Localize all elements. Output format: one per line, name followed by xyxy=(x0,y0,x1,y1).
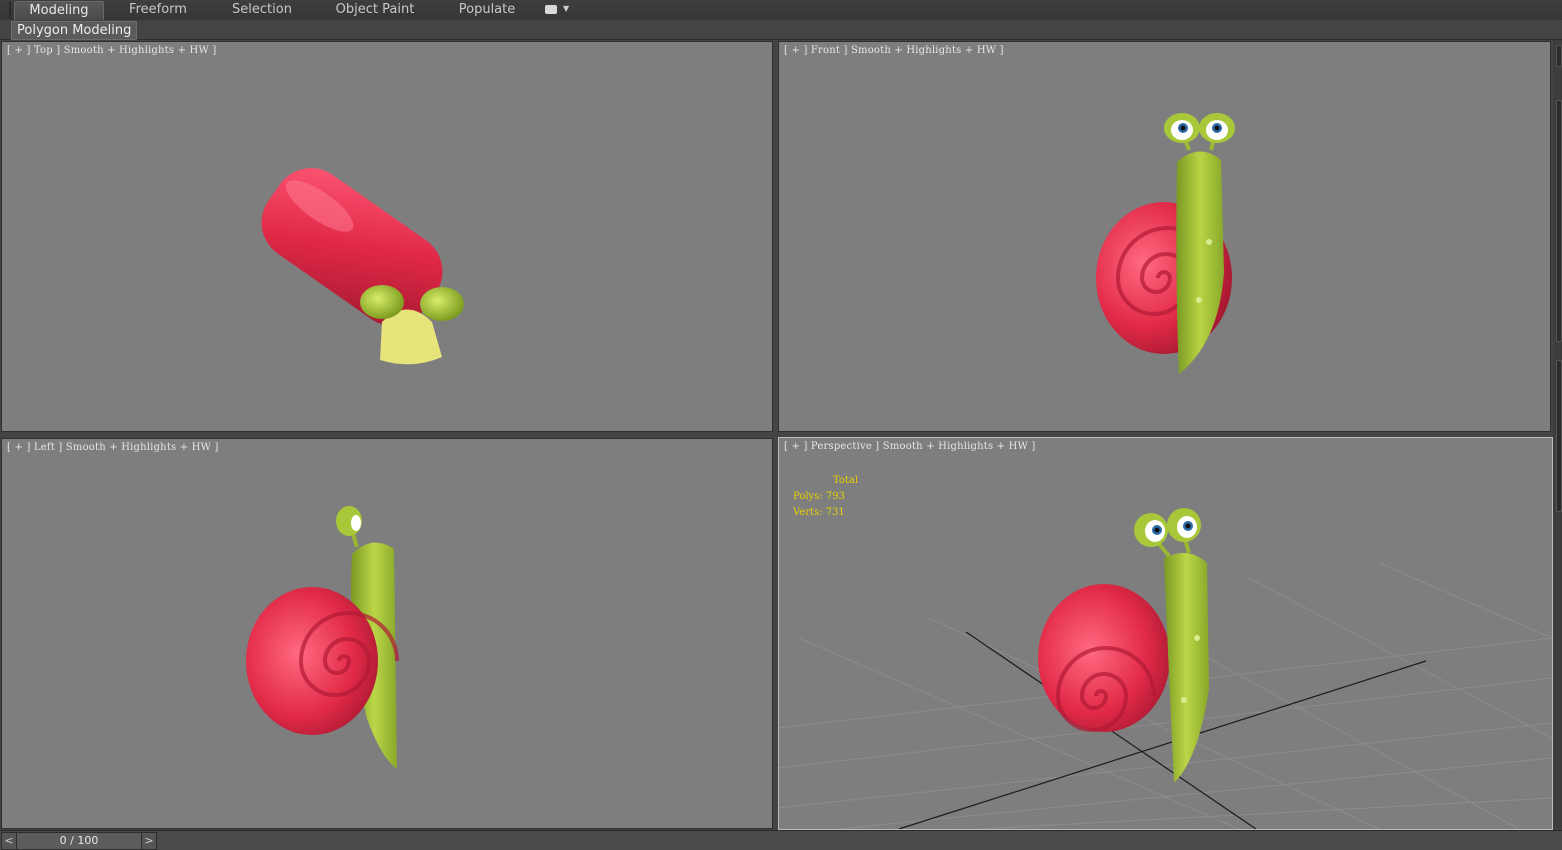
ribbon-options-icon[interactable]: ▼ xyxy=(543,4,569,16)
tab-populate[interactable]: Populate xyxy=(450,1,524,19)
strip-segment xyxy=(1556,100,1562,342)
strip-segment xyxy=(1556,360,1562,512)
time-slider[interactable]: 0 / 100 xyxy=(16,832,142,850)
viewport-top[interactable]: [ + ] Top ] Smooth + Highlights + HW ] xyxy=(1,41,773,432)
snail-left-view xyxy=(246,506,399,769)
strip-segment xyxy=(1556,45,1562,67)
snail-front-view xyxy=(1096,113,1235,374)
polygon-modeling-panel[interactable]: Polygon Modeling xyxy=(11,21,138,40)
command-panel-edge[interactable] xyxy=(1553,40,1562,830)
snail-top-view xyxy=(261,168,464,365)
time-slider-bar: < 0 / 100 > xyxy=(0,830,1562,850)
viewport-perspective[interactable]: [ + ] Perspective ] Smooth + Highlights … xyxy=(778,437,1553,830)
snail-perspective-view xyxy=(779,508,1552,829)
tab-modeling[interactable]: Modeling xyxy=(14,1,104,20)
tab-selection[interactable]: Selection xyxy=(222,1,302,19)
viewport-front[interactable]: [ + ] Front ] Smooth + Highlights + HW ] xyxy=(778,41,1551,432)
tab-freeform[interactable]: Freeform xyxy=(118,1,198,19)
tab-object-paint[interactable]: Object Paint xyxy=(330,1,420,19)
viewport-left[interactable]: [ + ] Left ] Smooth + Highlights + HW ] xyxy=(1,438,773,829)
ribbon-bar: Modeling Freeform Selection Object Paint… xyxy=(0,0,1562,21)
time-prev-button[interactable]: < xyxy=(1,832,17,850)
time-next-button[interactable]: > xyxy=(141,832,157,850)
ribbon-panel-bar: Polygon Modeling xyxy=(0,20,1562,40)
home-grid xyxy=(779,562,1552,829)
ribbon-grip[interactable] xyxy=(9,2,11,18)
